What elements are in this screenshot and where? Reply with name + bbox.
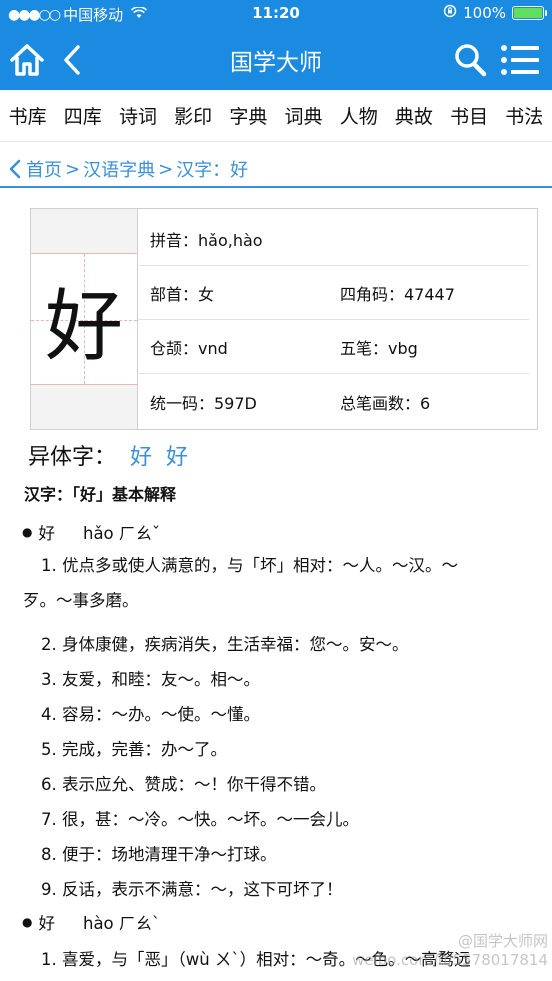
definition-item: 2. 身体康健，疾病消失，生活幸福：您～。安～。 — [41, 635, 409, 654]
entry-character: 好 — [38, 914, 55, 933]
category-siku[interactable]: 四库 — [64, 102, 102, 129]
breadcrumb-dictionary[interactable]: 汉语字典 — [83, 156, 155, 182]
cangjie-value: 仓颉：vnd — [150, 339, 228, 358]
variants-label: 异体字： — [28, 445, 117, 470]
entry-pinyin: hǎo ㄏㄠˇ — [82, 524, 161, 543]
breadcrumb-home[interactable]: 首页 — [26, 156, 62, 182]
entry-pinyin: hào ㄏㄠˋ — [82, 914, 161, 933]
nav-bar: 国学大师 — [0, 28, 552, 90]
character-glyph: 好 — [44, 282, 123, 372]
watermark-account: @国学大师网 — [457, 932, 548, 950]
status-right: 100% — [443, 4, 547, 22]
entry-bullet: ● — [22, 525, 33, 539]
definition-item: 6. 表示应允、赞成：～！你干得不错。 — [41, 775, 326, 794]
breadcrumb-separator: > — [158, 158, 174, 180]
unicode-value: 统一码：597D — [150, 393, 257, 413]
breadcrumb-underline — [0, 186, 552, 188]
battery-icon — [512, 6, 547, 20]
variant-characters: 异体字： 好 好 — [28, 438, 188, 472]
definition-item: 3. 友爱，和睦：友～。相～。 — [41, 670, 260, 689]
chevron-left-icon — [8, 159, 22, 179]
pinyin-value: 拼音：hǎo,hào — [150, 231, 263, 250]
breadcrumb-separator: > — [65, 158, 81, 180]
category-shumu[interactable]: 书目 — [450, 102, 488, 129]
wubi-value: 五笔：vbg — [340, 339, 418, 358]
menu-list-icon — [501, 45, 539, 75]
breadcrumb-current: 汉字：好 — [176, 160, 249, 181]
character-glyph-cell: 好 — [31, 209, 138, 429]
category-renwu[interactable]: 人物 — [340, 102, 378, 129]
section-title: 汉字：「好」基本解释 — [24, 485, 177, 504]
radical-value: 部首：女 — [150, 285, 215, 304]
variant-link[interactable]: 好 — [130, 439, 152, 471]
rotation-lock-icon — [443, 4, 457, 22]
category-shici[interactable]: 诗词 — [119, 102, 157, 129]
definition-text: 1. 优点多或使人满意的，与「坏」相对：～人。～汉。～ — [41, 556, 458, 575]
stroke-count-value: 总笔画数：6 — [340, 393, 431, 413]
definition-item: 7. 很，甚：～冷。～快。～坏。～一会儿。 — [41, 810, 359, 829]
four-corner-value: 四角码：47447 — [340, 285, 455, 304]
battery-percent: 100% — [463, 4, 506, 22]
category-cidian[interactable]: 词典 — [285, 102, 323, 129]
info-row-input-codes: 仓颉：vnd 五笔：vbg — [139, 321, 529, 374]
search-icon — [455, 44, 487, 77]
definition-item: 5. 完成，完善：办～了。 — [41, 740, 227, 759]
category-bar: 书库 四库 诗词 影印 字典 词典 人物 典故 书目 书法 — [0, 90, 552, 142]
info-row-pinyin: 拼音：hǎo,hào — [139, 213, 529, 266]
search-button[interactable] — [448, 38, 492, 82]
category-zidian[interactable]: 字典 — [229, 102, 267, 129]
info-row-radical: 部首：女 四角码：47447 — [139, 267, 529, 320]
entry-header: ● 好 hǎo ㄏㄠˇ — [22, 520, 160, 544]
variant-link[interactable]: 好 — [166, 439, 188, 471]
info-row-unicode: 统一码：597D 总笔画数：6 — [139, 375, 529, 428]
definition-item: 4. 容易：～办。～使。～懂。 — [41, 705, 260, 724]
category-diangu[interactable]: 典故 — [395, 102, 433, 129]
watermark-url: weibo.com/u/5578017814 — [352, 951, 548, 969]
character-grid: 好 — [31, 253, 137, 385]
category-yingyin[interactable]: 影印 — [174, 102, 212, 129]
definition-item: 8. 便于：场地清理干净～打球。 — [41, 845, 277, 864]
category-shuku[interactable]: 书库 — [9, 102, 47, 129]
menu-button[interactable] — [498, 38, 542, 82]
status-bar: ●●●○○ 中国移动 11:20 100% — [0, 0, 552, 28]
definition-item: 1. 优点多或使人满意的，与「坏」相对：～人。～汉。～ 歹。～事多磨。 — [23, 548, 531, 618]
definition-item: 9. 反话，表示不满意：～，这下可坏了！ — [41, 880, 343, 899]
character-info-card: 好 拼音：hǎo,hào 部首：女 四角码：47447 仓颉：vnd 五笔：vb… — [30, 208, 538, 430]
entry-character: 好 — [38, 524, 55, 543]
definition-text-continued: 歹。～事多磨。 — [23, 591, 139, 610]
entry-bullet: ● — [22, 915, 33, 929]
watermark: @国学大师网 weibo.com/u/5578017814 — [338, 930, 552, 980]
breadcrumb: 首页 > 汉语字典 > 汉字：好 — [0, 150, 552, 188]
category-shufa[interactable]: 书法 — [505, 102, 543, 129]
entry-header: ● 好 hào ㄏㄠˋ — [22, 910, 160, 934]
